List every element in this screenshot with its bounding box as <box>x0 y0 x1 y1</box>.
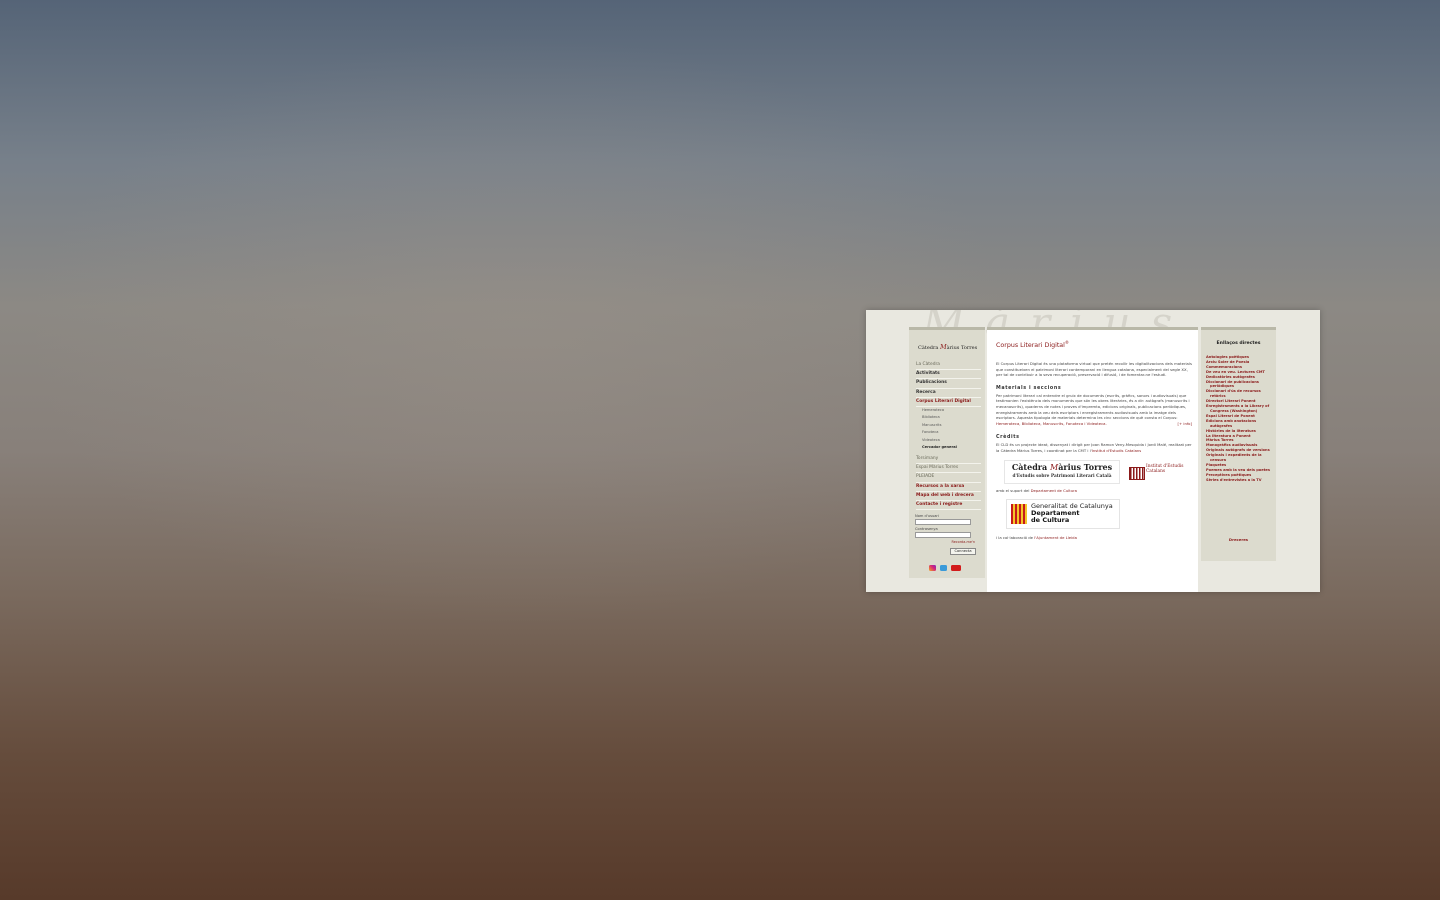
subnav-manuscrits[interactable]: Manuscrits <box>916 422 981 430</box>
direct-links-title: Enllaços directes <box>1216 341 1261 346</box>
iec-link[interactable]: Institut d'Estudis Catalans <box>1092 448 1142 453</box>
page-title-mark: ® <box>1064 340 1069 345</box>
cmt-logo-m: M <box>1049 462 1059 472</box>
password-input[interactable] <box>915 532 971 538</box>
nav-publicacions[interactable]: Publicacions <box>916 379 981 389</box>
nav-torsimany[interactable]: Torsimany <box>916 455 981 465</box>
nav-activitats[interactable]: Activitats <box>916 370 981 380</box>
cmt-logo-part-1: Càtedra <box>1011 461 1050 472</box>
nav-contacte[interactable]: Contacte i registre <box>916 501 981 511</box>
cmt-logo-subtitle: d'Estudis sobre Patrimoni Literari Catal… <box>1012 473 1112 479</box>
login-form: Nom d'usuari Contrasenya Recorda-me'n Co… <box>915 514 979 555</box>
support-text: amb el suport del <box>996 487 1031 493</box>
cultura-link[interactable]: Departament de Cultura <box>1031 488 1077 493</box>
main-nav: La Càtedra Activitats Publicacions Recer… <box>916 361 981 511</box>
nav-pleiade[interactable]: PLEIADE <box>916 473 981 483</box>
partner-logos: Càtedra Màrius Torres d'Estudis sobre Pa… <box>996 459 1192 488</box>
cmt-logo-title: Càtedra Màrius Torres <box>1005 461 1119 474</box>
username-input[interactable] <box>915 519 971 525</box>
brand-m: M <box>939 343 947 351</box>
nav-espai[interactable]: Espai Màrius Torres <box>916 464 981 474</box>
right-sidebar: Enllaços directes Antologies poètiques A… <box>1201 327 1276 561</box>
brand-part-1: Càtedra <box>918 345 940 351</box>
subnav-videoteca[interactable]: Videoteca <box>916 437 981 445</box>
instagram-icon[interactable] <box>929 565 936 571</box>
nav-recerca[interactable]: Recerca <box>916 389 981 398</box>
iec-logo-text: Institut d'Estudis Catalans <box>1146 463 1184 474</box>
direct-link[interactable]: Diccionari d'ús de recursos retòrics <box>1206 389 1272 399</box>
direct-link[interactable]: Sèries d'entrevistes a la TV <box>1206 478 1272 483</box>
materials-paragraph: Per patrimoni literari cal entendre el g… <box>996 393 1192 427</box>
brand-part-2: àrius Torres <box>946 345 978 351</box>
direct-link[interactable]: Originals i expedients de la censura <box>1206 453 1272 463</box>
materials-links[interactable]: Hemeroteca, Biblioteca, Manuscrits, Fono… <box>996 421 1107 426</box>
browser-window: Màrius Càtedra Màrius Torres La Càtedra … <box>866 310 1320 592</box>
generalitat-logo-line-3: de Cultura <box>1031 516 1070 525</box>
brand-logo[interactable]: Càtedra Màrius Torres <box>918 343 980 351</box>
direct-links-list: Antologies poètiques Arxiu Soler de Poes… <box>1206 355 1272 483</box>
left-sidebar: Càtedra Màrius Torres La Càtedra Activit… <box>909 327 985 578</box>
page-title: Corpus Literari Digital® <box>996 338 1192 350</box>
materials-text: Per patrimoni literari cal entendre el g… <box>996 392 1190 421</box>
direct-link[interactable]: De veu en veu. Lectures CMT <box>1206 370 1272 375</box>
nav-mapa[interactable]: Mapa del web i drecera <box>916 492 981 501</box>
youtube-icon[interactable] <box>951 565 961 571</box>
iec-emblem-icon <box>1129 466 1145 480</box>
subnav-hemeroteca[interactable]: Hemeroteca <box>916 407 981 415</box>
lleida-link[interactable]: l'Ajuntament de Lleida <box>1034 535 1077 540</box>
credits-paragraph: El CLD és un projecte ideat, dissenyat i… <box>996 442 1192 453</box>
twitter-icon[interactable] <box>940 565 947 571</box>
forgot-link[interactable]: Recorda-me'n <box>915 540 976 545</box>
cmt-logo-part-2: àrius Torres <box>1058 461 1113 472</box>
page-title-text: Corpus Literari Digital <box>996 342 1065 350</box>
materials-heading: Materials i seccions <box>996 385 1062 391</box>
shortcuts-link[interactable]: Dreceres <box>1201 537 1276 542</box>
subnav-fonoteca[interactable]: Fonoteca <box>916 429 981 437</box>
nav-corpus[interactable]: Corpus Literari Digital <box>916 398 981 407</box>
nav-recursos[interactable]: Recursos a la xarxa <box>916 483 981 492</box>
intro-paragraph: El Corpus Literari Digital és una plataf… <box>996 361 1192 378</box>
direct-link[interactable]: Diccionari de publicacions periòdiques <box>1206 380 1272 390</box>
collab-text: i la col·laboració de <box>996 535 1035 541</box>
direct-link[interactable]: Edicions amb anotacions autògrafes <box>1206 419 1272 429</box>
social-links <box>929 565 969 573</box>
credits-heading: Crèdits <box>996 435 1020 441</box>
nav-la-catedra[interactable]: La Càtedra <box>916 361 981 371</box>
senyera-icon <box>1011 504 1027 525</box>
subnav-cercador[interactable]: Cercador general <box>916 444 981 452</box>
iec-logo[interactable]: Institut d'Estudis Catalans <box>1128 464 1183 482</box>
generalitat-logo[interactable]: Generalitat de Catalunya Departament de … <box>1006 499 1120 530</box>
collab-line: i la col·laboració de l'Ajuntament de Ll… <box>996 535 1192 541</box>
login-button[interactable]: Connecta <box>950 548 976 555</box>
subnav-biblioteca[interactable]: Biblioteca <box>916 414 981 422</box>
cmt-logo[interactable]: Càtedra Màrius Torres d'Estudis sobre Pa… <box>1004 459 1120 484</box>
main-content: Corpus Literari Digital® El Corpus Liter… <box>987 327 1198 592</box>
more-info-link[interactable]: [+ info] <box>1178 421 1192 427</box>
direct-link[interactable]: Enregistraments a la Library of Congress… <box>1206 404 1272 414</box>
